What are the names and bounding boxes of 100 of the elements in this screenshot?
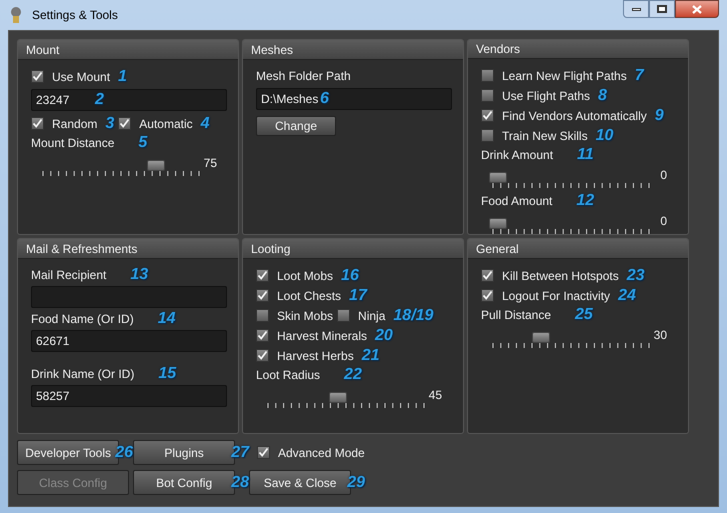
- checkmark-icon: [32, 118, 43, 129]
- callout-number: 17: [349, 288, 367, 304]
- callout-number: 23: [626, 268, 645, 284]
- checkbox[interactable]: [481, 289, 494, 302]
- checkbox[interactable]: [257, 446, 270, 459]
- checkbox-label: Loot Chests: [277, 288, 342, 304]
- callout-number: 7: [634, 68, 644, 84]
- minimize-button[interactable]: [623, 0, 649, 18]
- close-button[interactable]: [675, 0, 719, 18]
- text-field[interactable]: 62671: [31, 330, 227, 352]
- callout-number: 11: [577, 146, 594, 163]
- slider-value: 75: [204, 155, 217, 172]
- maximize-button[interactable]: [649, 0, 675, 18]
- checkbox[interactable]: [256, 269, 269, 282]
- checkmark-icon: [32, 71, 43, 82]
- checkmark-icon: [482, 110, 493, 121]
- callout-number: 22: [344, 366, 362, 383]
- slider-value: 30: [654, 327, 667, 344]
- checkbox-label: Loot Mobs: [277, 268, 334, 284]
- checkbox-label: Automatic: [139, 116, 193, 132]
- checkbox[interactable]: [481, 109, 494, 122]
- field-label: Drink Name (Or ID): [31, 366, 134, 383]
- field-label: Pull Distance: [481, 307, 552, 324]
- slider-value: 0: [660, 213, 667, 230]
- change-button[interactable]: Change: [256, 116, 336, 136]
- checkbox[interactable]: [256, 309, 269, 322]
- panel-title: Vendors: [476, 41, 520, 58]
- checkbox-label: Skin Mobs: [277, 308, 334, 324]
- checkbox[interactable]: [256, 329, 269, 342]
- field-label: Mesh Folder Path: [256, 68, 351, 85]
- checkbox-label: Random: [52, 116, 98, 132]
- checkmark-icon: [257, 330, 268, 341]
- checkbox-label: Learn New Flight Paths: [502, 68, 627, 84]
- checkbox-label: Use Flight Paths: [502, 88, 590, 104]
- checkbox-label: Harvest Herbs: [277, 348, 354, 364]
- slider-thumb[interactable]: [147, 160, 165, 171]
- checkbox-label: Ninja: [358, 308, 386, 324]
- checkbox-label: Harvest Minerals: [277, 328, 368, 344]
- field-label: Mount Distance: [31, 135, 114, 152]
- panel-title: General: [476, 240, 519, 258]
- checkmark-icon: [257, 350, 268, 361]
- checkbox-label: Kill Between Hotspots: [502, 268, 619, 284]
- callout-number: 18/19: [393, 308, 434, 324]
- checkmark-icon: [257, 290, 268, 301]
- field-label: Drink Amount: [481, 147, 554, 164]
- callout-number: 5: [138, 134, 148, 151]
- panel-title: Looting: [251, 240, 290, 258]
- checkbox-label: Logout For Inactivity: [502, 288, 610, 304]
- callout-number: 21: [362, 348, 380, 364]
- callout-number: 20: [375, 328, 393, 344]
- checkbox-label: Train New Skills: [502, 128, 588, 144]
- text-field[interactable]: [31, 286, 227, 308]
- slider-value: 45: [428, 387, 442, 404]
- checkbox-label: Advanced Mode: [278, 444, 365, 462]
- field-label: Mail Recipient: [31, 267, 106, 284]
- checkbox[interactable]: [256, 349, 269, 362]
- slider-thumb[interactable]: [328, 392, 347, 403]
- field-label: Food Name (Or ID): [31, 311, 134, 328]
- checkbox[interactable]: [481, 69, 494, 82]
- checkmark-icon: [257, 270, 268, 281]
- checkmark-icon: [482, 290, 493, 301]
- text-field[interactable]: 58257: [31, 385, 227, 407]
- checkmark-icon: [119, 118, 130, 129]
- checkbox[interactable]: [31, 70, 44, 83]
- panel-title: Meshes: [251, 42, 294, 58]
- slider[interactable]: [489, 172, 651, 190]
- checkbox[interactable]: [118, 117, 132, 130]
- callout-number: 15: [158, 365, 176, 382]
- slider-thumb[interactable]: [489, 172, 507, 183]
- checkbox[interactable]: [31, 117, 44, 130]
- callout-number: 4: [200, 116, 210, 132]
- checkbox[interactable]: [481, 89, 494, 102]
- callout-number: 1: [118, 68, 127, 84]
- checkbox-label: Use Mount: [52, 68, 110, 86]
- slider-value: 0: [660, 167, 667, 184]
- callout-number: 25: [575, 306, 593, 323]
- slider-thumb[interactable]: [532, 332, 550, 343]
- panel-title: Mount: [26, 42, 60, 58]
- callout-number: 12: [576, 192, 594, 209]
- checkmark-icon: [258, 447, 269, 458]
- checkmark-icon: [482, 270, 493, 281]
- callout-number: 3: [105, 116, 114, 132]
- app-icon: [8, 6, 24, 24]
- checkbox[interactable]: [481, 129, 494, 142]
- callout-number: 14: [158, 310, 176, 327]
- checkbox[interactable]: [256, 289, 269, 302]
- checkbox[interactable]: [481, 269, 494, 282]
- callout-number: 13: [130, 266, 148, 283]
- callout-number: 16: [341, 268, 359, 284]
- window-title: Settings & Tools: [32, 7, 118, 24]
- checkbox-label: Find Vendors Automatically: [502, 108, 647, 124]
- callout-number: 9: [654, 108, 664, 124]
- close-icon: [692, 4, 702, 14]
- panel-title: Mail & Refreshments: [26, 240, 138, 258]
- callout-number: 8: [598, 88, 607, 104]
- checkbox[interactable]: [337, 309, 350, 322]
- field-label: Food Amount: [481, 193, 552, 210]
- slider-thumb[interactable]: [489, 218, 507, 229]
- slider[interactable]: [489, 218, 651, 234]
- callout-number: 6: [320, 90, 329, 107]
